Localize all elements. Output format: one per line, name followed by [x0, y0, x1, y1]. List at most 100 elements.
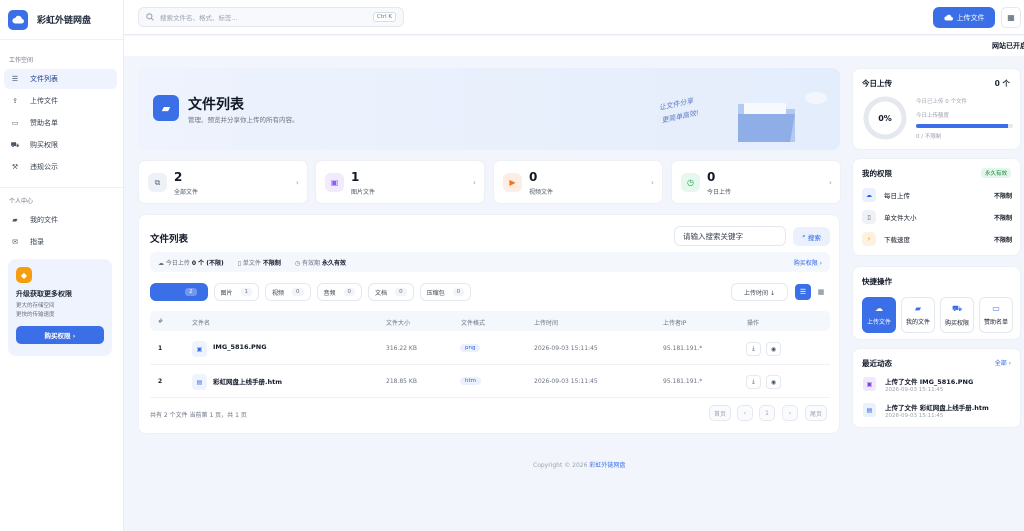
- promo-line-1: 更大的存储空间: [16, 303, 55, 309]
- cloud-upload-icon: ☁: [875, 304, 883, 313]
- upload-button[interactable]: 上传文件: [933, 7, 995, 28]
- first-page-button[interactable]: 首页: [709, 405, 731, 421]
- keyword-search-input[interactable]: 请输入搜索关键字: [674, 226, 786, 246]
- brand[interactable]: 彩虹外链网盘: [0, 0, 123, 40]
- activity-item[interactable]: ▤ 上传了文件 彩虹网盘上线手册.htm 2026-09-03 15:11:45: [863, 400, 1013, 422]
- sidebar-item-upload[interactable]: ⇪ 上传文件: [4, 91, 117, 111]
- view-all-link[interactable]: 全部 ›: [995, 358, 1011, 367]
- stat-card-videos[interactable]: ▶ 0 视频文件 ›: [493, 160, 663, 204]
- file-name[interactable]: 彩虹网盘上线手册.htm: [213, 376, 282, 386]
- tab-archives[interactable]: 压缩包 0: [419, 283, 472, 301]
- section-title-work: 工作空间: [9, 57, 34, 64]
- validity-info: ◷ 有效期 永久有效: [295, 258, 346, 267]
- stat-card-all-files[interactable]: ⧉ 2 全部文件 ›: [138, 160, 308, 204]
- tab-label: 文档: [375, 289, 388, 297]
- file-name[interactable]: IMG_5816.PNG: [213, 343, 267, 351]
- download-button[interactable]: ⤓: [746, 375, 761, 389]
- chevron-right-icon: ›: [472, 178, 476, 187]
- sponsor-icon: ▭: [11, 119, 19, 127]
- chevron-right-icon: ›: [295, 178, 299, 187]
- last-page-button[interactable]: 尾页: [805, 405, 827, 421]
- tab-videos[interactable]: 视频 0: [265, 283, 311, 301]
- folder-icon: ▰: [12, 216, 18, 224]
- image-file-icon: ▣: [192, 341, 207, 357]
- stat-value: 1: [351, 170, 360, 184]
- file-format-badge: png: [460, 344, 481, 352]
- column-header: 操作: [747, 320, 760, 327]
- topbar: 搜索文件名、格式、标签... Ctrl K 上传文件 ▦: [124, 0, 1024, 35]
- column-header: 文件格式: [461, 320, 486, 327]
- copyright-text: Copyright © 2026: [533, 462, 590, 469]
- search-icon: ⌕: [802, 232, 806, 240]
- search-input[interactable]: 搜索文件名、格式、标签... Ctrl K: [138, 7, 404, 27]
- activity-time: 2026-09-03 15:11:45: [885, 413, 944, 419]
- sidebar-item-sponsors[interactable]: ▭ 赞助名单: [4, 113, 117, 133]
- stat-value: 2: [174, 170, 183, 184]
- card-title: 今日上传: [862, 79, 892, 88]
- copy-icon: ⧉: [148, 173, 167, 192]
- quick-upload-button[interactable]: ☁ 上传文件: [862, 297, 896, 333]
- download-button[interactable]: ⤓: [746, 342, 761, 356]
- stat-card-today[interactable]: ◷ 0 今日上传 ›: [671, 160, 841, 204]
- cloud-icon: ☁: [158, 259, 166, 267]
- right-value: 不限制: [993, 214, 1012, 222]
- right-item-download-speed: ⚡ 下载速度 不限制: [862, 230, 1012, 248]
- page-title: 文件列表: [188, 97, 244, 113]
- sidebar-item-file-list[interactable]: ☰ 文件列表: [4, 69, 117, 89]
- buy-permission-button[interactable]: 购买权限 ›: [16, 325, 104, 344]
- copyright-link[interactable]: 彩虹外链网盘: [589, 462, 625, 469]
- next-page-button[interactable]: ›: [782, 405, 798, 421]
- cloud-icon: ☁: [862, 188, 876, 202]
- quick-action-label: 我的文件: [905, 319, 930, 326]
- sort-select[interactable]: 上传时间 ↓: [731, 283, 788, 301]
- today-count: 0 个: [994, 79, 1010, 88]
- tab-label: 图片: [220, 289, 233, 297]
- activity-item[interactable]: ▣ 上传了文件 IMG_5816.PNG 2026-09-03 15:11:45: [863, 374, 1013, 396]
- grid-view-toggle[interactable]: ▦: [813, 284, 829, 300]
- sidebar-item-my-files[interactable]: ▰ 我的文件: [4, 210, 117, 230]
- tab-audio[interactable]: 音频 0: [316, 283, 363, 301]
- current-page[interactable]: 1: [759, 405, 775, 421]
- list-view-toggle[interactable]: ☰: [795, 284, 811, 300]
- sidebar-item-violations[interactable]: ⚒ 违规公示: [4, 157, 117, 177]
- quota-info-bar: ☁ 今日上传 0 个 (不限) ▯ 单文件 不限制 ◷ 有效期 永久有效 购买权…: [150, 252, 830, 272]
- tab-images[interactable]: 图片 1: [213, 283, 260, 301]
- info-value: 不限制: [262, 259, 281, 267]
- file-size: 316.22 KB: [386, 345, 417, 352]
- sidebar-item-buy[interactable]: ⛟ 购买权限: [4, 135, 117, 155]
- activity-title: 上传了文件 IMG_5816.PNG: [885, 378, 974, 386]
- stat-card-images[interactable]: ▣ 1 图片文件 ›: [315, 160, 485, 204]
- bolt-icon: ⚡: [862, 232, 876, 246]
- list-view-icon: ☰: [799, 288, 807, 296]
- buy-permission-link[interactable]: 购买权限 ›: [794, 258, 822, 267]
- grid-view-icon: ▦: [817, 288, 825, 296]
- quick-buy-button[interactable]: ⛟ 购买权限: [940, 297, 974, 333]
- tab-count: 0: [292, 288, 304, 296]
- quick-my-files-button[interactable]: ▰ 我的文件: [901, 297, 935, 333]
- quick-action-label: 赞助名单: [983, 319, 1008, 326]
- right-value: 不限制: [993, 236, 1012, 244]
- column-header: 上传者IP: [663, 320, 687, 327]
- quick-actions-card: 快捷操作 ☁ 上传文件 ▰ 我的文件 ⛟ 购买权限 ▭ 赞助名单: [852, 266, 1021, 340]
- tab-all[interactable]: 2: [150, 283, 208, 301]
- mail-icon: ✉: [12, 238, 18, 246]
- upload-time: 2026-09-03 15:11:45: [534, 378, 598, 385]
- search-button[interactable]: ⌕ 搜索: [793, 227, 830, 246]
- table-row[interactable]: 1 ▣ IMG_5816.PNG 316.22 KB png 2026-09-0…: [150, 333, 830, 365]
- tab-label: 视频: [272, 289, 285, 297]
- quick-sponsors-button[interactable]: ▭ 赞助名单: [979, 297, 1013, 333]
- column-header: #: [158, 318, 164, 325]
- apps-grid-button[interactable]: ▦: [1001, 7, 1021, 28]
- download-icon: ⤓: [752, 345, 755, 352]
- tab-documents[interactable]: 文档 0: [368, 283, 414, 301]
- table-row[interactable]: 2 ▤ 彩虹网盘上线手册.htm 218.85 KB htm 2026-09-0…: [150, 366, 830, 398]
- prev-page-button[interactable]: ‹: [737, 405, 753, 421]
- preview-button[interactable]: ◉: [766, 342, 781, 356]
- sidebar-item-label: 违规公示: [30, 163, 58, 171]
- card-title: 我的权限: [862, 169, 892, 178]
- tab-count: 0: [395, 288, 407, 296]
- column-header: 上传时间: [534, 320, 559, 327]
- preview-button[interactable]: ◉: [766, 375, 781, 389]
- sidebar-item-mail[interactable]: ✉ 指录: [4, 232, 117, 252]
- file-type-tabs: 2 图片 1 视频 0 音频 0 文档 0 压缩包 0: [150, 283, 472, 301]
